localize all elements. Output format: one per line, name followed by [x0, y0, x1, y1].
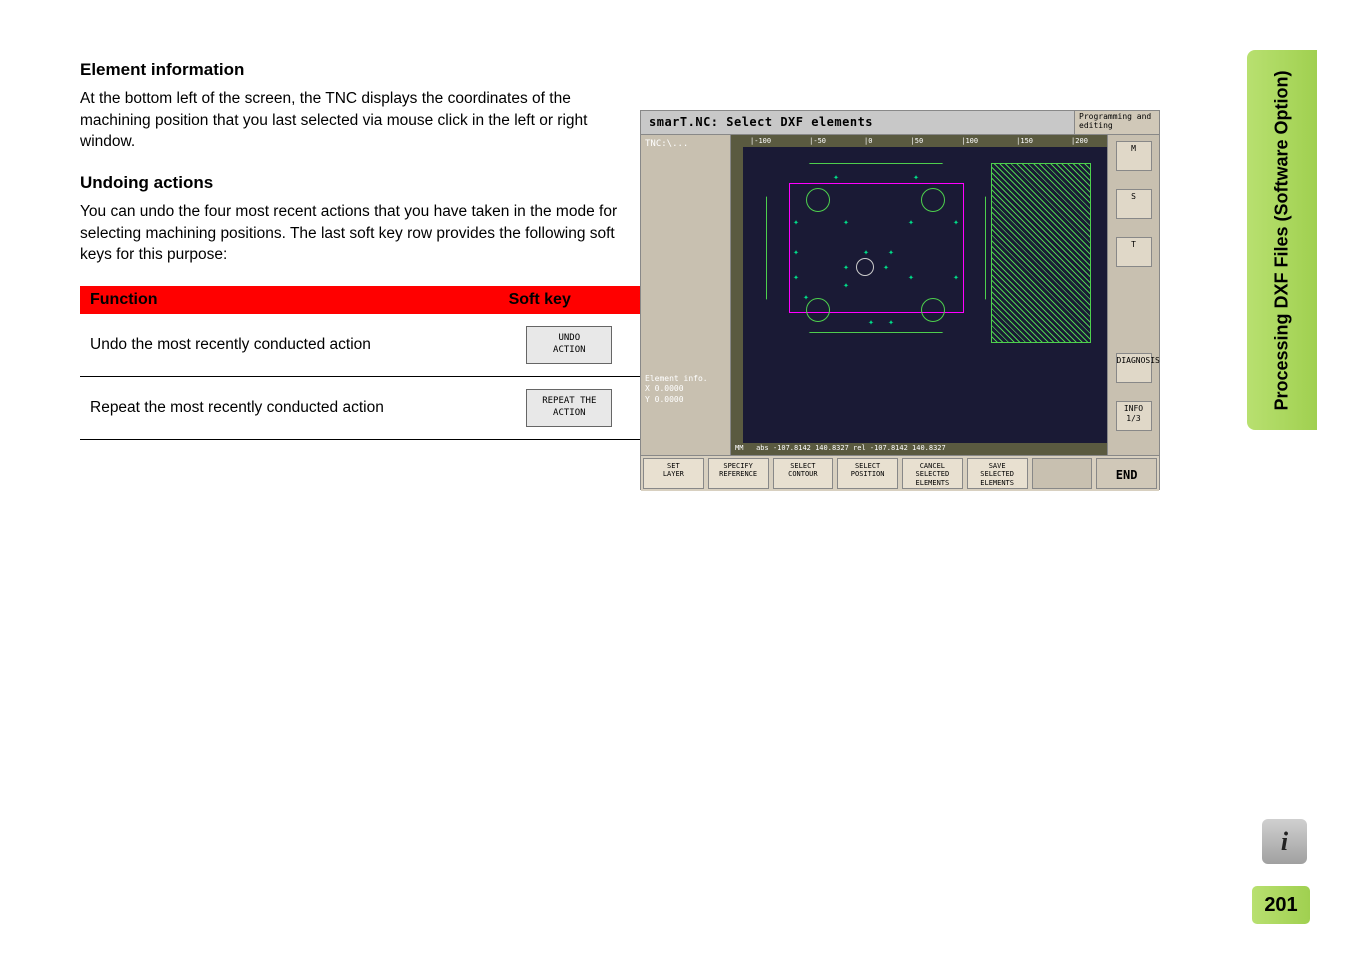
tnc-ruler-left — [731, 147, 743, 443]
dxf-marker: ✦ — [791, 248, 801, 258]
tnc-title: smarT.NC: Select DXF elements — [641, 111, 1074, 134]
element-info-panel: Element info. X 0.0000 Y 0.0000 — [645, 374, 708, 405]
func-desc: Undo the most recently conducted action — [80, 314, 499, 377]
dxf-marker: ✦ — [791, 218, 801, 228]
tnc-sidebar-right: M S T DIAGNOSIS INFO 1/3 — [1107, 135, 1159, 455]
tnc-header: smarT.NC: Select DXF elements Programmin… — [641, 111, 1159, 135]
dxf-marker: ✦ — [801, 293, 811, 303]
side-icon-t: T — [1116, 237, 1152, 267]
tick: |-50 — [809, 137, 826, 145]
section2-heading: Undoing actions — [80, 173, 620, 193]
dxf-marker: ✦ — [951, 218, 961, 228]
dxf-marker: ✦ — [951, 273, 961, 283]
dxf-marker: ✦ — [906, 218, 916, 228]
softkey-select-contour[interactable]: SELECT CONTOUR — [773, 458, 834, 489]
side-tab-label: Processing DXF Files (Software Option) — [1272, 70, 1293, 410]
tnc-statusbar: MM abs -107.8142 140.8327 rel -107.8142 … — [731, 443, 1107, 455]
softkey-end[interactable]: END — [1096, 458, 1157, 489]
function-softkey-table: Function Soft key Undo the most recently… — [80, 286, 640, 440]
dxf-hatch-area — [991, 163, 1091, 343]
dxf-drawing: ✦ ✦ ✦ ✦ ✦ ✦ ✦ ✦ ✦ ✦ ✦ ✦ ✦ ✦ ✦ — [751, 153, 1097, 435]
tnc-path: TNC:\... — [645, 139, 726, 149]
tick: |100 — [961, 137, 978, 145]
dxf-target-cursor — [856, 258, 874, 276]
elem-info-label: Element info. — [645, 374, 708, 384]
col-function: Function — [80, 286, 499, 314]
dxf-circle — [806, 188, 830, 212]
dxf-marker: ✦ — [881, 263, 891, 273]
softkey-cell: UNDO ACTION — [499, 314, 640, 377]
side-icon-m: M — [1116, 141, 1152, 171]
elem-info-x: X 0.0000 — [645, 384, 708, 394]
dxf-marker: ✦ — [886, 248, 896, 258]
softkey-save-selected[interactable]: SAVE SELECTED ELEMENTS — [967, 458, 1028, 489]
table-row: Repeat the most recently conducted actio… — [80, 377, 640, 440]
info-icon: i — [1262, 819, 1307, 864]
elem-info-y: Y 0.0000 — [645, 395, 708, 405]
softkey-select-position[interactable]: SELECT POSITION — [837, 458, 898, 489]
dxf-marker: ✦ — [866, 318, 876, 328]
col-softkey: Soft key — [499, 286, 640, 314]
tnc-ruler-top: |-100 |-50 |0 |50 |100 |150 |200 — [731, 135, 1107, 147]
dxf-marker: ✦ — [841, 263, 851, 273]
dxf-marker: ✦ — [906, 273, 916, 283]
tick: |200 — [1071, 137, 1088, 145]
dxf-marker: ✦ — [841, 281, 851, 291]
dxf-circle — [921, 188, 945, 212]
side-tab: Processing DXF Files (Software Option) — [1247, 50, 1317, 430]
tick: |50 — [911, 137, 924, 145]
dxf-marker: ✦ — [861, 248, 871, 258]
statusbar-unit: MM — [735, 444, 743, 452]
dxf-marker: ✦ — [831, 173, 841, 183]
page-number: 201 — [1252, 886, 1310, 924]
softkey-specify-reference[interactable]: SPECIFY REFERENCE — [708, 458, 769, 489]
tick: |0 — [864, 137, 872, 145]
tick: |-100 — [750, 137, 771, 145]
section2-body: You can undo the four most recent action… — [80, 201, 620, 266]
softkey-repeat-action: REPEAT THE ACTION — [526, 389, 612, 427]
dxf-marker: ✦ — [791, 273, 801, 283]
section1-body: At the bottom left of the screen, the TN… — [80, 88, 620, 153]
section1-heading: Element information — [80, 60, 620, 80]
tnc-canvas: |-100 |-50 |0 |50 |100 |150 |200 — [731, 135, 1107, 455]
func-desc: Repeat the most recently conducted actio… — [80, 377, 499, 440]
tnc-sidebar-left: TNC:\... Element info. X 0.0000 Y 0.0000 — [641, 135, 731, 455]
table-row: Undo the most recently conducted action … — [80, 314, 640, 377]
dxf-marker: ✦ — [841, 218, 851, 228]
softkey-cell: REPEAT THE ACTION — [499, 377, 640, 440]
side-icon-s: S — [1116, 189, 1152, 219]
softkey-empty — [1032, 458, 1093, 489]
tnc-mode-label: Programming and editing — [1074, 111, 1159, 134]
dxf-marker: ✦ — [911, 173, 921, 183]
side-icon-diagnosis: DIAGNOSIS — [1116, 353, 1152, 383]
side-icon-info: INFO 1/3 — [1116, 401, 1152, 431]
softkey-cancel-selected[interactable]: CANCEL SELECTED ELEMENTS — [902, 458, 963, 489]
tick: |150 — [1016, 137, 1033, 145]
dxf-marker: ✦ — [886, 318, 896, 328]
tnc-screenshot: smarT.NC: Select DXF elements Programmin… — [640, 110, 1160, 490]
softkey-set-layer[interactable]: SET LAYER — [643, 458, 704, 489]
statusbar-coords: abs -107.8142 140.8327 rel -107.8142 140… — [756, 444, 946, 452]
tnc-softkey-bar: SET LAYER SPECIFY REFERENCE SELECT CONTO… — [641, 455, 1159, 491]
softkey-undo-action: UNDO ACTION — [526, 326, 612, 364]
dxf-circle — [921, 298, 945, 322]
